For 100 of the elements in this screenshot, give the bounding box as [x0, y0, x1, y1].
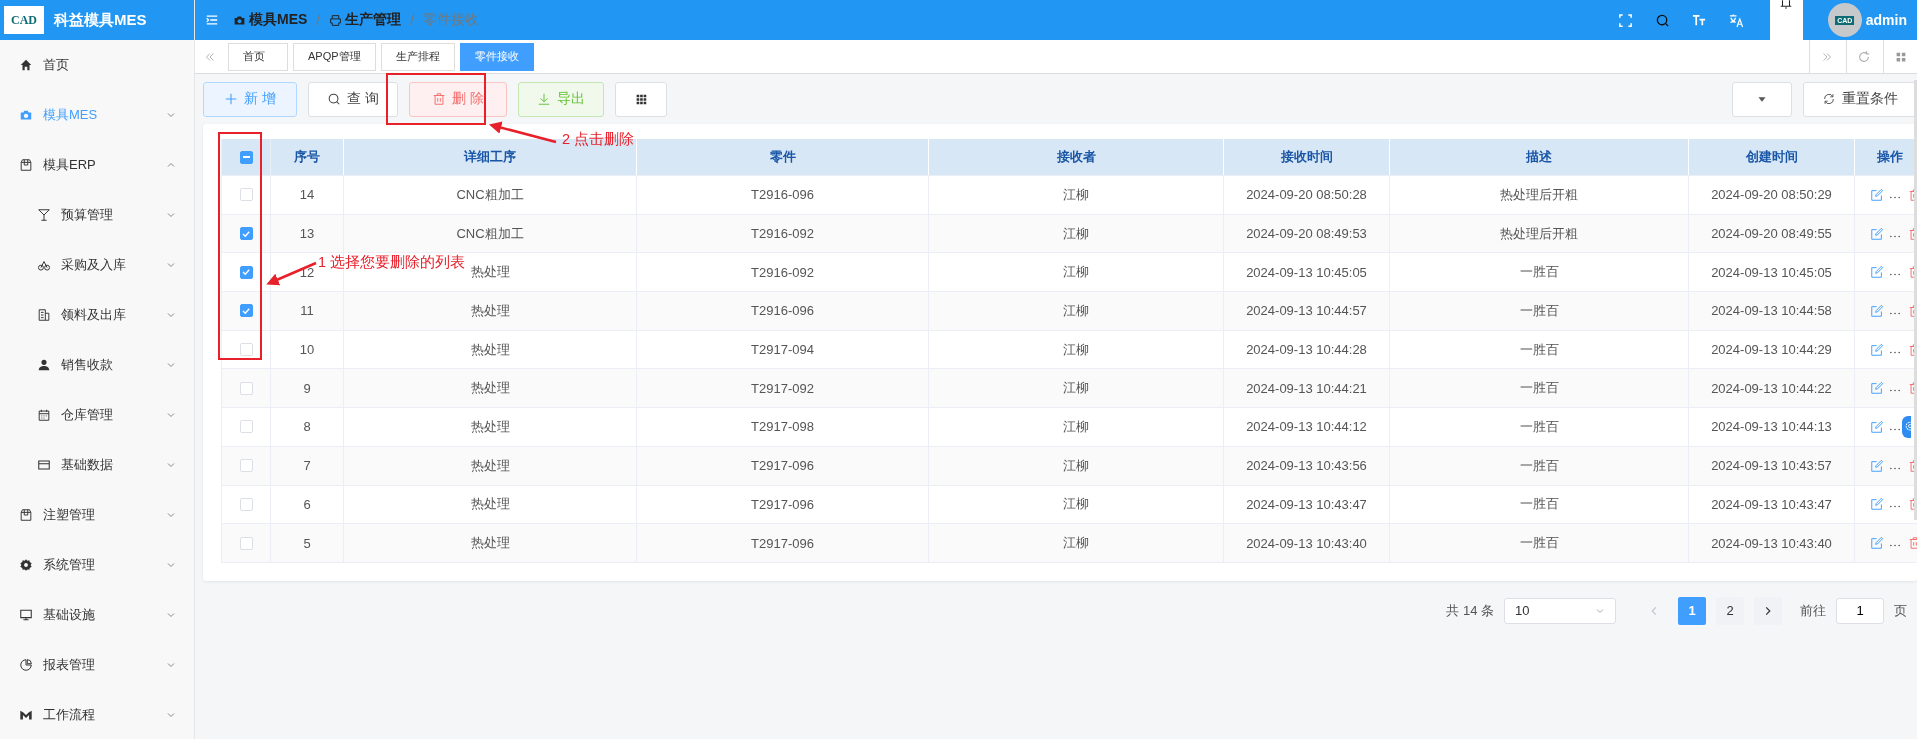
table-cell: 10 [271, 330, 344, 369]
sidebar-item[interactable]: 销售收款 [0, 340, 194, 390]
table-cell: T2917-098 [637, 408, 929, 446]
table-cell: T2916-092 [637, 253, 929, 292]
table-cell: 2024-09-13 10:43:40 [1689, 524, 1855, 562]
table-cell: 江柳 [929, 330, 1224, 369]
sidebar-item[interactable]: 首页 [0, 40, 194, 90]
table-cell: 热处理 [344, 408, 637, 446]
table-cell: 2024-09-13 10:43:57 [1689, 446, 1855, 485]
annotation-text: 1 选择您要删除的列表 [318, 253, 466, 272]
table-cell: 2024-09-20 08:49:55 [1689, 214, 1855, 253]
table-cell: 2024-09-13 10:44:58 [1689, 292, 1855, 330]
table-cell: 2024-09-13 10:44:57 [1224, 292, 1390, 330]
table-cell: 2024-09-13 10:45:05 [1224, 253, 1390, 292]
table-cell: 一胜百 [1390, 253, 1689, 292]
page-button[interactable]: 2 [1716, 596, 1744, 625]
table-cell: 2024-09-13 10:44:21 [1224, 369, 1390, 408]
table-cell: T2916-096 [637, 292, 929, 330]
sidebar-item[interactable]: 基础数据 [0, 440, 194, 490]
table-cell: CNC粗加工 [344, 176, 637, 214]
goto-label: 前往 [1800, 601, 1826, 620]
sidebar-item[interactable]: 预算管理 [0, 190, 194, 240]
table-cell: T2916-092 [637, 214, 929, 253]
table-cell: 2024-09-13 10:44:28 [1224, 330, 1390, 369]
column-header: 接收时间 [1224, 139, 1390, 175]
table-cell: 2024-09-20 08:50:28 [1224, 176, 1390, 214]
sidebar-item[interactable]: 注塑管理 [0, 490, 194, 540]
table-cell: 2024-09-13 10:44:12 [1224, 408, 1390, 446]
logo: CAD [4, 6, 44, 34]
table-cell: 8 [271, 408, 344, 446]
table-cell: 江柳 [929, 524, 1224, 562]
table-cell: 江柳 [929, 253, 1224, 292]
table-cell: 江柳 [929, 292, 1224, 330]
table-cell: 一胜百 [1390, 292, 1689, 330]
table-cell: T2917-096 [637, 446, 929, 485]
page-tab[interactable]: 生产排程 [380, 42, 455, 71]
table-cell: 2024-09-20 08:49:53 [1224, 214, 1390, 253]
sidebar-item[interactable]: 仓库管理 [0, 390, 194, 440]
table-cell: 11 [271, 292, 344, 330]
sidebar-item[interactable]: 系统管理 [0, 540, 194, 590]
table-cell: 热处理后开粗 [1390, 214, 1689, 253]
sidebar-item[interactable]: 采购及入库 [0, 240, 194, 290]
table-cell: 热处理 [344, 330, 637, 369]
table-cell: 热处理 [344, 524, 637, 562]
table-cell: 热处理 [344, 446, 637, 485]
table-cell: 江柳 [929, 446, 1224, 485]
table-cell: 2024-09-13 10:44:22 [1689, 369, 1855, 408]
table-cell: T2917-092 [637, 369, 929, 408]
table-cell: 6 [271, 485, 344, 524]
reset-button[interactable]: 重置条件 [1803, 81, 1917, 117]
table-cell: 2024-09-13 10:45:05 [1689, 253, 1855, 292]
goto-page-field[interactable]: 1 [1836, 597, 1884, 624]
column-header: 序号 [271, 139, 344, 175]
table-cell: CNC粗加工 [344, 214, 637, 253]
table-cell: 江柳 [929, 176, 1224, 214]
table-cell: 江柳 [929, 485, 1224, 524]
page-tab[interactable]: 首页 [228, 42, 288, 71]
search-button[interactable]: 查 询 [307, 81, 398, 117]
breadcrumb-item[interactable]: 模具MES [249, 11, 308, 29]
table-cell: T2916-096 [637, 176, 929, 214]
total-count: 共 14 条 [1446, 601, 1494, 620]
table-cell: 热处理 [344, 485, 637, 524]
table-cell: 江柳 [929, 408, 1224, 446]
table-cell: T2917-096 [637, 485, 929, 524]
breadcrumb-item[interactable]: 生产管理 [345, 11, 402, 29]
table-cell: 一胜百 [1390, 369, 1689, 408]
table-cell: T2917-094 [637, 330, 929, 369]
sidebar-item[interactable]: 工作流程 [0, 690, 194, 739]
table-cell: 2024-09-13 10:44:13 [1689, 408, 1855, 446]
table-cell: 热处理后开粗 [1390, 176, 1689, 214]
sidebar-item[interactable]: 模具ERP [0, 140, 194, 190]
sidebar-item[interactable]: 领料及出库 [0, 290, 194, 340]
table-cell: 江柳 [929, 214, 1224, 253]
table-cell: T2917-096 [637, 524, 929, 562]
table-cell: 一胜百 [1390, 408, 1689, 446]
sidebar-item[interactable]: 报表管理 [0, 640, 194, 690]
table-cell: 一胜百 [1390, 524, 1689, 562]
table-cell: 一胜百 [1390, 485, 1689, 524]
table-cell: 14 [271, 176, 344, 214]
column-header: 接收者 [929, 139, 1224, 175]
table-cell: 2024-09-20 08:50:29 [1689, 176, 1855, 214]
table-cell: 江柳 [929, 369, 1224, 408]
app-title: 科益模具MES [54, 10, 147, 30]
breadcrumb-separator: / [410, 12, 415, 28]
sidebar-item[interactable]: 基础设施 [0, 590, 194, 640]
table-cell: 13 [271, 214, 344, 253]
table-cell: 7 [271, 446, 344, 485]
table-cell: 2024-09-13 10:43:40 [1224, 524, 1390, 562]
page-tab[interactable]: APQP管理 [293, 42, 376, 71]
column-header: 描述 [1390, 139, 1689, 175]
table-cell: 热处理 [344, 369, 637, 408]
table-cell: 9 [271, 369, 344, 408]
page-unit-label: 页 [1894, 601, 1907, 620]
breadcrumb-item: 零件接收 [423, 11, 480, 29]
annotation-text: 2 点击删除 [562, 130, 635, 149]
breadcrumb-separator: / [316, 12, 321, 28]
page-size-select[interactable]: 10 [1504, 597, 1616, 624]
table-cell: 2024-09-13 10:43:56 [1224, 446, 1390, 485]
table-cell: 2024-09-13 10:43:47 [1224, 485, 1390, 524]
table-cell: 热处理 [344, 292, 637, 330]
